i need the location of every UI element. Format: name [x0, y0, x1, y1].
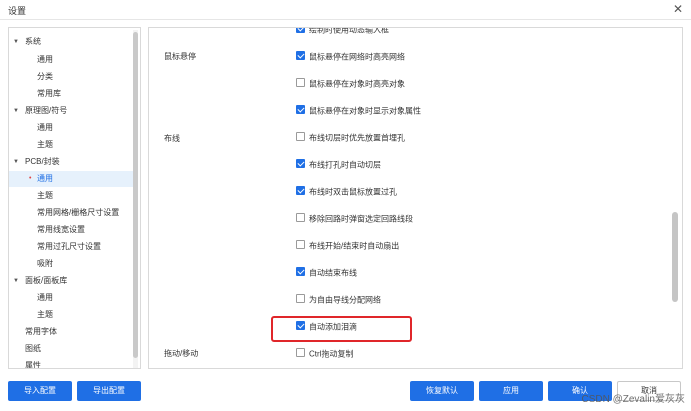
option-checkbox-row[interactable]: 布线时双击鼠标放置过孔	[296, 186, 397, 198]
tree-item-label: 常用过孔尺寸设置	[37, 242, 101, 251]
tree-item[interactable]: 常用库	[9, 86, 133, 102]
tree-item[interactable]: 常用过孔尺寸设置	[9, 239, 133, 255]
option-label: Ctrl拖动复制	[309, 349, 354, 359]
option-checkbox-row[interactable]: 鼠标悬停在网络时高亮网络	[296, 51, 405, 63]
expand-triangle-icon[interactable]: ▼	[13, 34, 19, 50]
option-checkbox-row[interactable]: 布线切层时优先放置首埋孔	[296, 132, 405, 144]
section-label: 鼠标悬停	[164, 52, 196, 61]
selected-dot-icon: •	[29, 175, 32, 182]
checkbox[interactable]	[296, 348, 305, 358]
option-label: 为自由导线分配网络	[309, 295, 381, 305]
tree-item-label: 主题	[37, 140, 53, 149]
tree-item[interactable]: 通用	[9, 120, 133, 136]
option-label: 布线打孔时自动切层	[309, 160, 381, 170]
section-label: 布线	[164, 134, 180, 143]
option-checkbox-row[interactable]: 自动结束布线	[296, 267, 357, 279]
checkbox[interactable]	[296, 240, 305, 250]
tree-item[interactable]: • 通用	[9, 171, 133, 187]
tree-item-label: 面板/面板库	[25, 276, 68, 285]
checkbox[interactable]	[296, 78, 305, 88]
option-label: 布线切层时优先放置首埋孔	[309, 133, 405, 143]
settings-tree-panel: ▼ 系统 通用 分类 常用库 ▼ 原理图/符号 通用 主题 ▼ PCB/封装 • 通用 主题 常用网格/栅格…	[8, 27, 141, 369]
expand-triangle-icon[interactable]: ▼	[13, 154, 19, 170]
close-icon[interactable]: ✕	[673, 2, 683, 16]
option-checkbox-row[interactable]: 绘制时使用动态输入框	[296, 27, 389, 36]
checkbox[interactable]	[296, 213, 305, 223]
checkbox[interactable]	[296, 159, 305, 169]
tree-item-label: PCB/封装	[25, 157, 60, 166]
option-checkbox-row[interactable]: 布线开始/结束时自动扇出	[296, 240, 399, 252]
checkbox[interactable]	[296, 186, 305, 196]
tree-item[interactable]: 吸附	[9, 256, 133, 272]
tree-item-label: 常用线宽设置	[37, 225, 85, 234]
restore-default-button[interactable]: 恢复默认	[410, 381, 474, 401]
option-checkbox-row[interactable]: 鼠标悬停在对象时显示对象属性	[296, 105, 421, 117]
option-label: 鼠标悬停在网络时高亮网络	[309, 52, 405, 62]
tree-item-label: 分类	[37, 72, 53, 81]
checkbox[interactable]	[296, 105, 305, 115]
checkbox[interactable]	[296, 267, 305, 277]
tree-item-label: 系统	[25, 37, 41, 46]
checkbox[interactable]	[296, 51, 305, 61]
tree-item[interactable]: ▼ 系统	[9, 34, 133, 50]
option-label: 移除回路时弹窗选定回路线段	[309, 214, 413, 224]
tree-item-label: 常用字体	[25, 327, 57, 336]
import-config-button[interactable]: 导入配置	[8, 381, 72, 401]
watermark: CSDN @Zevalin爱灰灰	[581, 394, 685, 405]
tree-item[interactable]: 常用网格/栅格尺寸设置	[9, 205, 133, 221]
tree-item[interactable]: 主题	[9, 188, 133, 204]
option-label: 绘制时使用动态输入框	[309, 27, 389, 35]
tree-item-label: 通用	[37, 55, 53, 64]
tree-item-label: 通用	[37, 123, 53, 132]
tree-item[interactable]: 主题	[9, 307, 133, 323]
content-scrollbar-thumb[interactable]	[672, 212, 678, 302]
option-checkbox-row[interactable]: Ctrl拖动复制	[296, 348, 353, 360]
checkbox[interactable]	[296, 28, 305, 34]
checkbox[interactable]	[296, 132, 305, 142]
window-title: 设置	[8, 6, 27, 16]
tree-item-label: 原理图/符号	[25, 106, 68, 115]
tree-item-label: 主题	[37, 191, 53, 200]
tree-scrollbar-thumb[interactable]	[133, 32, 138, 358]
tree-item-label: 属性	[25, 361, 41, 369]
option-label: 自动结束布线	[309, 268, 357, 278]
option-label: 鼠标悬停在对象时高亮对象	[309, 79, 405, 89]
section-label: 拖动/移动	[164, 349, 199, 358]
export-config-button[interactable]: 导出配置	[77, 381, 141, 401]
apply-button[interactable]: 应用	[479, 381, 543, 401]
option-checkbox-row[interactable]: 移除回路时弹窗选定回路线段	[296, 213, 413, 225]
content-scrollbar[interactable]	[672, 30, 678, 368]
tree-item[interactable]: 分类	[9, 69, 133, 85]
tree-item[interactable]: 常用字体	[9, 324, 133, 340]
tree-item[interactable]: 通用	[9, 52, 133, 68]
tree-item[interactable]: 常用线宽设置	[9, 222, 133, 238]
title-bar: 设置 ✕	[0, 0, 691, 20]
tree-item-label: 吸附	[37, 259, 53, 268]
tree-item[interactable]: 主题	[9, 137, 133, 153]
option-checkbox-row[interactable]: 为自由导线分配网络	[296, 294, 381, 306]
tree-item[interactable]: 图纸	[9, 341, 133, 357]
tree-item[interactable]: ▼ 原理图/符号	[9, 103, 133, 119]
tree-item[interactable]: 通用	[9, 290, 133, 306]
settings-content-panel: 鼠标悬停 布线 拖动/移动 绘制时使用动态输入框 鼠标悬停在网络时高亮网络 鼠标悬停在对…	[148, 27, 683, 369]
tree-item-label: 常用网格/栅格尺寸设置	[37, 208, 120, 217]
expand-triangle-icon[interactable]: ▼	[13, 103, 19, 119]
option-checkbox-row[interactable]: 布线打孔时自动切层	[296, 159, 381, 171]
tree-item-label: 主题	[37, 310, 53, 319]
tree-scrollbar[interactable]	[133, 30, 138, 368]
tree-item[interactable]: 属性	[9, 358, 133, 369]
highlight-box	[271, 316, 412, 342]
tree-item-label: 图纸	[25, 344, 41, 353]
option-label: 布线开始/结束时自动扇出	[309, 241, 400, 251]
option-checkbox-row[interactable]: 鼠标悬停在对象时高亮对象	[296, 78, 405, 90]
option-label: 鼠标悬停在对象时显示对象属性	[309, 106, 421, 116]
tree-item[interactable]: ▼ 面板/面板库	[9, 273, 133, 289]
tree-item-label: 通用	[37, 174, 53, 183]
option-label: 布线时双击鼠标放置过孔	[309, 187, 397, 197]
expand-triangle-icon[interactable]: ▼	[13, 273, 19, 289]
tree-item-label: 常用库	[37, 89, 61, 98]
checkbox[interactable]	[296, 294, 305, 304]
tree-item-label: 通用	[37, 293, 53, 302]
tree-item[interactable]: ▼ PCB/封装	[9, 154, 133, 170]
